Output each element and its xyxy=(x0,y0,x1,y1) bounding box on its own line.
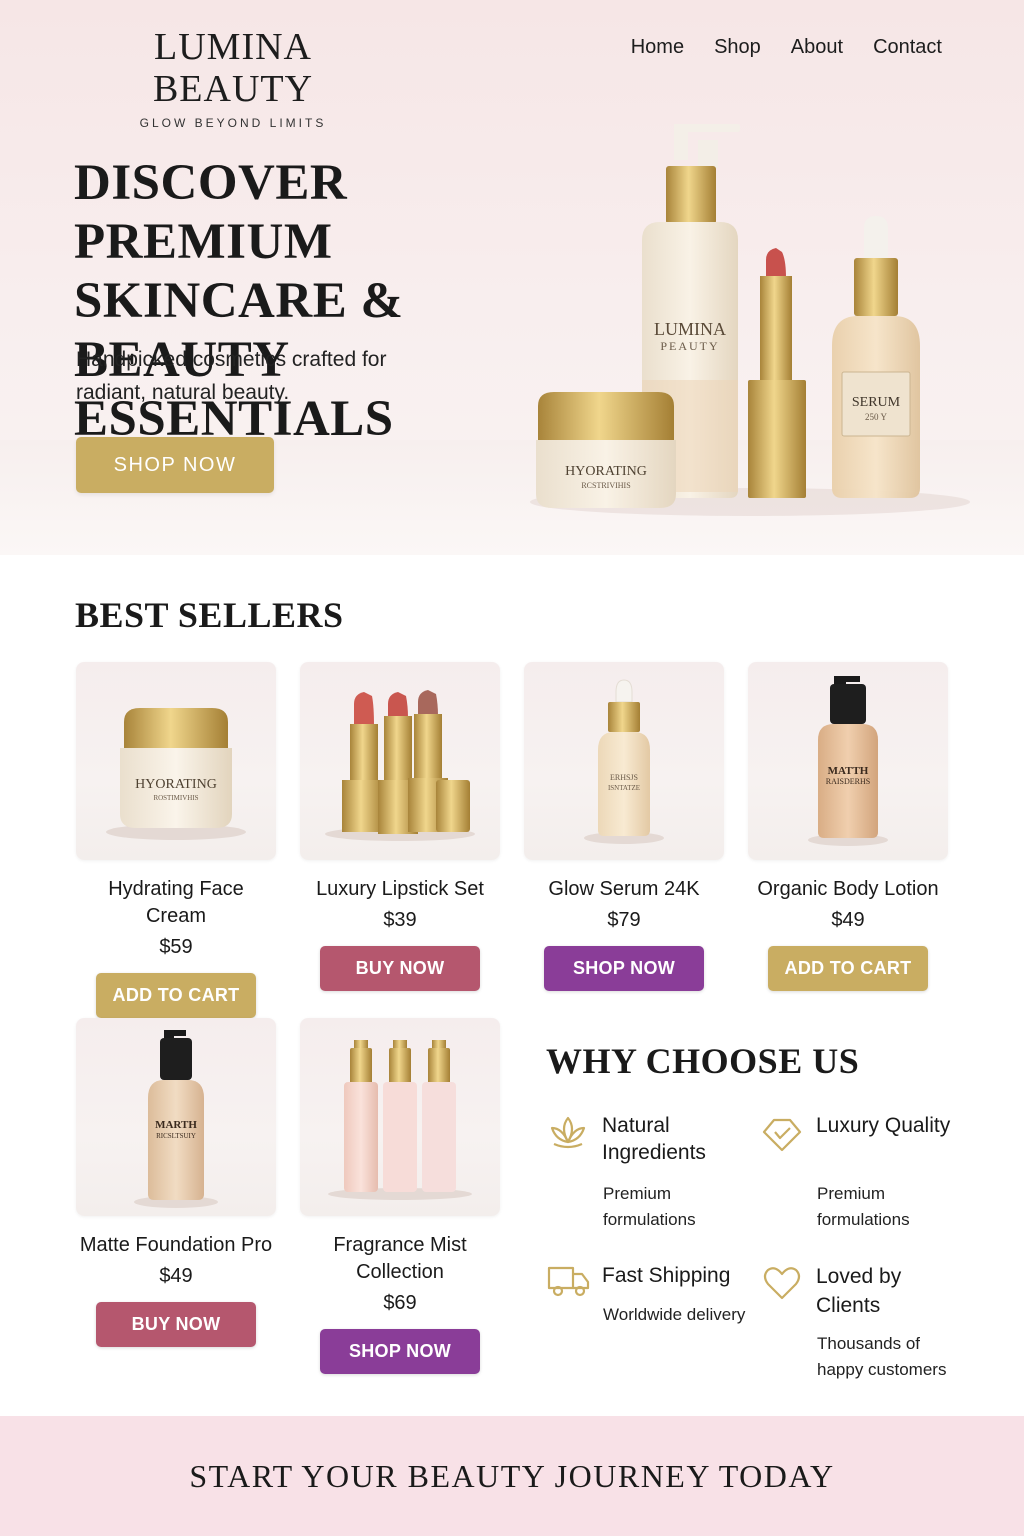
hero-serum-label-top: SERUM xyxy=(852,395,901,410)
product-card: Fragrance Mist Collection $69 SHOP NOW xyxy=(300,1018,500,1374)
product-card: Luxury Lipstick Set $39 BUY NOW xyxy=(300,662,500,991)
face-cream-jar-icon: HYORATING ROSTIMIVHIS xyxy=(106,708,246,840)
product-name[interactable]: Matte Foundation Pro xyxy=(76,1232,276,1259)
hero-serum-label-bottom: 250 Y xyxy=(865,412,887,422)
feature-description: Premium formulations xyxy=(817,1184,910,1229)
feature-description: Thousands of happy customers xyxy=(817,1334,947,1379)
brand-logo[interactable]: LUMINA BEAUTY GLOW BEYOND LIMITS xyxy=(74,26,392,130)
hero-jar-label-top: HYORATING xyxy=(565,464,647,479)
nav-shop[interactable]: Shop xyxy=(714,36,761,59)
best-sellers-title: BEST SELLERS xyxy=(75,595,344,635)
product-name[interactable]: Glow Serum 24K xyxy=(524,876,724,903)
product-label-bottom: ROSTIMIVHIS xyxy=(153,794,198,802)
product-card: HYORATING ROSTIMIVHIS Hydrating Face Cre… xyxy=(76,662,276,1018)
product-image[interactable]: ERHSJS ISNTATZE xyxy=(524,662,724,860)
feature-title: Fast Shipping xyxy=(602,1264,731,1287)
why-choose-us-title: WHY CHOOSE US xyxy=(546,1041,860,1081)
hero-bottle-label-top: LUMINA xyxy=(654,319,726,339)
add-to-cart-button[interactable]: ADD TO CART xyxy=(96,973,256,1018)
product-name[interactable]: Hydrating Face Cream xyxy=(76,876,276,930)
product-name[interactable]: Fragrance Mist Collection xyxy=(300,1232,500,1286)
lipstick-set-icon xyxy=(325,690,475,841)
product-name[interactable]: Luxury Lipstick Set xyxy=(300,876,500,903)
product-price: $49 xyxy=(159,1265,193,1287)
product-image[interactable]: MARTH RICSLTSUIY xyxy=(76,1018,276,1216)
hero-jar-label-bottom: RCSTRIVIHIS xyxy=(581,481,630,490)
product-label-top: MATTH xyxy=(828,765,869,777)
product-label-top: HYORATING xyxy=(135,777,217,792)
shop-now-button[interactable]: SHOP NOW xyxy=(544,946,704,991)
product-image[interactable]: HYORATING ROSTIMIVHIS xyxy=(76,662,276,860)
product-label-bottom: RICSLTSUIY xyxy=(156,1132,196,1140)
product-price: $39 xyxy=(383,909,417,931)
lotus-icon xyxy=(550,1116,586,1149)
nav-home[interactable]: Home xyxy=(631,36,684,59)
product-card: MARTH RICSLTSUIY Matte Foundation Pro $4… xyxy=(76,1018,276,1347)
buy-now-button[interactable]: BUY NOW xyxy=(320,946,480,991)
feature-title: Loved by Clients xyxy=(816,1265,902,1317)
product-label-bottom: ISNTATZE xyxy=(608,784,640,792)
brand-name: LUMINA BEAUTY xyxy=(152,26,314,110)
product-price: $79 xyxy=(607,909,641,931)
nav-about[interactable]: About xyxy=(791,36,843,59)
nav-contact[interactable]: Contact xyxy=(873,36,942,59)
truck-icon xyxy=(547,1266,590,1297)
feature-description: Worldwide delivery xyxy=(603,1305,746,1324)
feature-title: Natural Ingredients xyxy=(602,1114,706,1164)
brand-tagline: GLOW BEYOND LIMITS xyxy=(139,116,327,130)
product-card: ERHSJS ISNTATZE Glow Serum 24K $79 SHOP … xyxy=(524,662,724,991)
product-label-top: MARTH xyxy=(155,1119,197,1131)
hero-shop-now-button[interactable]: SHOP NOW xyxy=(76,437,274,493)
feature-title: Luxury Quality xyxy=(816,1114,951,1137)
serum-dropper-bottle-icon: ERHSJS ISNTATZE xyxy=(584,679,664,844)
main-nav: Home Shop About Contact xyxy=(631,36,942,59)
diamond-icon xyxy=(762,1118,802,1152)
product-label-top: ERHSJS xyxy=(610,773,638,782)
product-price: $59 xyxy=(159,936,193,958)
product-image[interactable] xyxy=(300,662,500,860)
product-price: $69 xyxy=(383,1292,417,1314)
shop-now-button[interactable]: SHOP NOW xyxy=(320,1329,480,1374)
add-to-cart-button[interactable]: ADD TO CART xyxy=(768,946,928,991)
product-card: MATTH RAISDERHS Organic Body Lotion $49 … xyxy=(748,662,948,991)
foundation-bottle-icon: MARTH RICSLTSUIY xyxy=(134,1030,218,1208)
hero-bottle-label-bottom: PEAUTY xyxy=(660,339,719,353)
product-label-bottom: RAISDERHS xyxy=(826,777,870,786)
buy-now-button[interactable]: BUY NOW xyxy=(96,1302,256,1347)
hero-subtitle: Handpicked cosmetics crafted for radiant… xyxy=(76,348,387,404)
cta-banner-text[interactable]: START YOUR BEAUTY JOURNEY TODAY xyxy=(0,1458,1024,1495)
lotion-pump-bottle-icon: MATTH RAISDERHS xyxy=(808,676,888,846)
mist-spray-bottles-icon xyxy=(328,1040,472,1200)
hero-product-image: LUMINA PEAUTY SERUM 250 Y HYORATING RCST… xyxy=(530,124,970,516)
product-image[interactable] xyxy=(300,1018,500,1216)
product-image[interactable]: MATTH RAISDERHS xyxy=(748,662,948,860)
product-price: $49 xyxy=(831,909,865,931)
heart-icon xyxy=(763,1267,801,1300)
feature-description: Premium formulations xyxy=(603,1184,696,1229)
product-name[interactable]: Organic Body Lotion xyxy=(748,876,948,903)
